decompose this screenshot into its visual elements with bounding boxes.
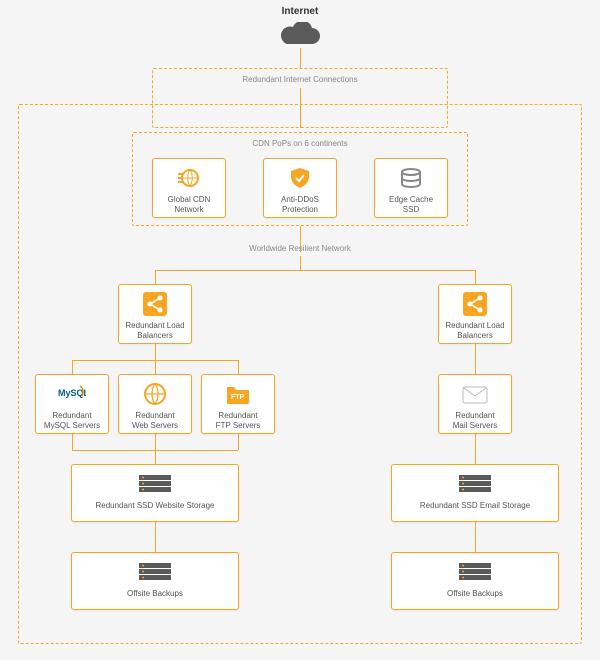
server-rack-icon [458, 559, 492, 585]
node-anti-ddos: Anti-DDoSProtection [263, 158, 337, 218]
region-cdn-label: CDN PoPs on 6 continents [133, 139, 467, 148]
connector [155, 270, 475, 271]
share-icon [463, 291, 487, 317]
database-icon [399, 165, 423, 191]
node-label: Anti-DDoSProtection [277, 195, 323, 215]
node-left-lb: Redundant LoadBalancers [118, 284, 192, 344]
connector [72, 360, 73, 374]
node-web-storage: Redundant SSD Website Storage [71, 464, 239, 522]
node-global-cdn: Global CDNNetwork [152, 158, 226, 218]
folder-ftp-icon: FTP [225, 381, 251, 407]
node-left-backup: Offsite Backups [71, 552, 239, 610]
connector [300, 256, 301, 270]
node-edge-cache: Edge CacheSSD [374, 158, 448, 218]
share-icon [143, 291, 167, 317]
node-web: RedundantWeb Servers [118, 374, 192, 434]
node-label: RedundantWeb Servers [128, 411, 182, 431]
node-mail: RedundantMail Servers [438, 374, 512, 434]
node-mysql: MySQL RedundantMySQL Servers [35, 374, 109, 434]
connector [72, 450, 238, 451]
connector [238, 434, 239, 450]
node-label: RedundantFTP Servers [212, 411, 265, 431]
connector [475, 270, 476, 284]
connector [72, 434, 73, 450]
node-email-storage: Redundant SSD Email Storage [391, 464, 559, 522]
node-label: Edge CacheSSD [385, 195, 437, 215]
mysql-icon: MySQL [58, 381, 86, 407]
node-label: Offsite Backups [443, 589, 507, 599]
connector [238, 360, 239, 374]
svg-text:FTP: FTP [231, 394, 245, 401]
diagram-title: Internet [0, 6, 600, 17]
connector [475, 434, 476, 464]
node-ftp: FTP RedundantFTP Servers [201, 374, 275, 434]
node-right-backup: Offsite Backups [391, 552, 559, 610]
svg-text:MySQL: MySQL [58, 388, 86, 398]
connector [155, 344, 156, 360]
connector [475, 344, 476, 374]
connector [155, 360, 156, 374]
node-label: Redundant SSD Email Storage [416, 501, 534, 511]
connector [155, 270, 156, 284]
globe-icon [143, 381, 167, 407]
shield-check-icon [288, 165, 312, 191]
region-connections-label: Redundant Internet Connections [153, 75, 447, 84]
node-label: RedundantMySQL Servers [40, 411, 104, 431]
node-label: Offsite Backups [123, 589, 187, 599]
node-label: RedundantMail Servers [449, 411, 501, 431]
node-label: Redundant LoadBalancers [441, 321, 508, 341]
connector [475, 522, 476, 552]
connector [155, 434, 156, 464]
node-label: Redundant SSD Website Storage [91, 501, 218, 511]
cloud-icon [278, 22, 322, 48]
globe-speed-icon [177, 165, 201, 191]
node-label: Redundant LoadBalancers [121, 321, 188, 341]
server-rack-icon [458, 471, 492, 497]
node-right-lb: Redundant LoadBalancers [438, 284, 512, 344]
connector [300, 48, 301, 68]
region-network-label: Worldwide Resilient Network [0, 244, 600, 253]
server-rack-icon [138, 471, 172, 497]
server-rack-icon [138, 559, 172, 585]
node-label: Global CDNNetwork [164, 195, 215, 215]
connector [155, 522, 156, 552]
mail-icon [462, 381, 488, 407]
